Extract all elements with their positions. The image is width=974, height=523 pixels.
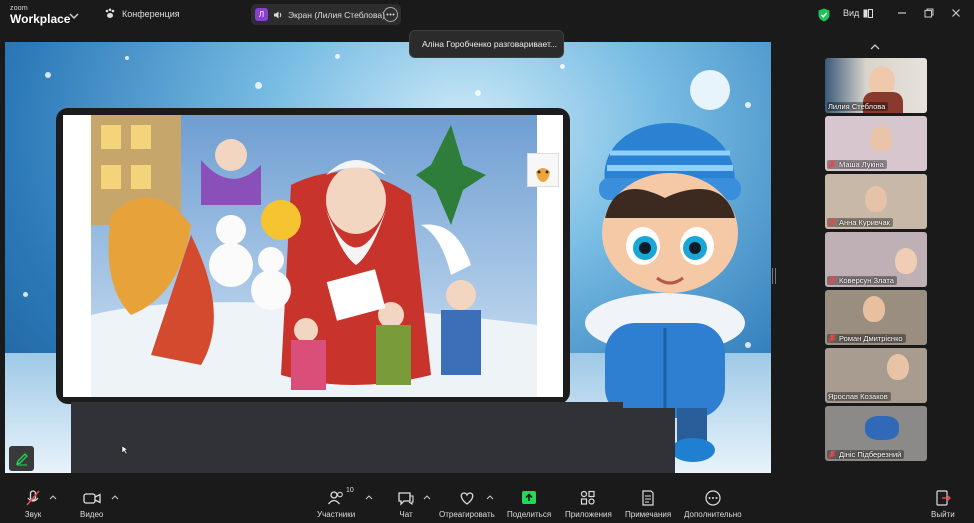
notes-button[interactable]: Примечания [625, 490, 671, 519]
minimize-icon[interactable] [895, 6, 909, 20]
security-shield-icon[interactable] [818, 8, 830, 22]
shared-screen [5, 42, 771, 473]
more-icon [705, 490, 721, 506]
view-button[interactable]: Вид [843, 8, 874, 18]
notes-icon [642, 490, 654, 506]
conference-button[interactable]: Конференция [104, 8, 180, 19]
participant-tile[interactable]: Ярослав Козаков [825, 348, 927, 403]
pen-icon [15, 452, 28, 465]
participant-tile[interactable]: Маша Лукіна [825, 116, 927, 171]
leave-icon [936, 490, 951, 506]
logo-brand-top: zoom [10, 5, 28, 12]
saint-nicholas-painting [91, 115, 537, 397]
participant-tile[interactable]: Анна Куривчак [825, 174, 927, 229]
snowflake [255, 82, 262, 89]
heart-icon [460, 492, 474, 505]
annotation-overlay [71, 408, 675, 473]
participant-tile[interactable]: Дініс Підберезний [825, 406, 927, 461]
screen-share-indicator[interactable]: Л Экран (Лилия Стеблова) [251, 4, 401, 25]
mic-muted-icon [26, 490, 40, 506]
video-label: Видео [80, 510, 104, 519]
participant-tile[interactable]: Коверсун Злата [825, 232, 927, 287]
chat-label: Чат [399, 510, 413, 519]
speaking-notification: Аліна Горобченко разговаривает... [409, 30, 564, 58]
participants-icon [328, 491, 343, 505]
chevron-down-icon[interactable] [68, 10, 80, 22]
meeting-toolbar: Звук Видео Участники 10 Чат Отреагироват… [0, 478, 974, 523]
chevron-up-icon[interactable] [365, 494, 373, 500]
audio-button[interactable]: Звук [24, 490, 42, 519]
participant-name: Лилия Стеблова [827, 102, 889, 111]
muted-mic-icon [828, 334, 836, 343]
share-screen-button[interactable]: Поделиться [507, 490, 551, 519]
screen-share-label: Экран (Лилия Стеблова) [288, 9, 385, 20]
snowflake [125, 56, 129, 60]
top-bar: zoom Workplace Конференция Л Экран (Лили… [0, 0, 974, 30]
mouse-cursor-icon [121, 445, 129, 455]
corner-sticker [527, 153, 559, 187]
more-button[interactable]: Дополнительно [684, 490, 742, 519]
apps-icon [581, 490, 596, 505]
panel-resize-handle[interactable] [772, 268, 776, 284]
grid-view-icon [863, 8, 874, 18]
participant-name: Ярослав Козаков [827, 392, 891, 401]
leave-button[interactable]: Выйти [931, 490, 955, 519]
close-icon[interactable] [949, 6, 963, 20]
more-label: Дополнительно [684, 510, 742, 519]
participant-gallery: Лилия Стеблова Маша Лукіна Анна Куривчак… [825, 58, 927, 464]
chat-button[interactable]: Чат [397, 490, 415, 519]
chat-icon [398, 492, 414, 506]
paw-icon [105, 8, 115, 18]
muted-mic-icon [828, 218, 836, 227]
participants-count: 10 [346, 487, 354, 494]
view-label: Вид [843, 8, 860, 18]
chevron-up-icon[interactable] [486, 494, 494, 500]
presenter-avatar: Л [255, 8, 268, 21]
participant-name: Коверсун Злата [827, 276, 897, 285]
chevron-up-icon[interactable] [423, 494, 431, 500]
chevron-up-icon[interactable] [49, 494, 57, 500]
participant-name: Маша Лукіна [827, 160, 887, 169]
restore-icon[interactable] [922, 6, 936, 20]
annotate-pen-button[interactable] [9, 446, 34, 471]
snowflake [45, 72, 51, 78]
muted-mic-icon [828, 276, 836, 285]
camera-icon [83, 493, 101, 504]
snowflake [475, 90, 481, 96]
video-button[interactable]: Видео [80, 490, 103, 519]
snowflake [335, 54, 340, 59]
more-options-icon[interactable] [383, 7, 398, 22]
logo-brand-bottom: Workplace [10, 12, 71, 26]
snowflake [23, 292, 28, 297]
react-label: Отреагировать [439, 510, 495, 519]
share-screen-icon [522, 491, 537, 504]
participant-tile[interactable]: Лилия Стеблова [825, 58, 927, 113]
muted-mic-icon [828, 160, 836, 169]
speaker-icon [274, 11, 282, 18]
muted-mic-icon [828, 450, 836, 459]
participant-name: Анна Куривчак [827, 218, 893, 227]
conference-label: Конференция [122, 8, 180, 19]
chevron-up-icon[interactable] [869, 42, 881, 52]
participant-name: Роман Дмитрієнко [827, 334, 906, 343]
tablet-frame [56, 108, 570, 404]
tablet-screen [63, 115, 563, 397]
participants-button[interactable]: Участники [317, 490, 355, 519]
chevron-up-icon[interactable] [111, 494, 119, 500]
apps-label: Приложения [565, 510, 612, 519]
share-label: Поделиться [507, 510, 552, 519]
zoom-logo[interactable]: zoom Workplace [10, 5, 70, 25]
participants-label: Участники [317, 510, 356, 519]
participant-tile[interactable]: Роман Дмитрієнко [825, 290, 927, 345]
apps-button[interactable]: Приложения [565, 490, 612, 519]
participant-name: Дініс Підберезний [827, 450, 905, 459]
leave-label: Выйти [931, 510, 955, 519]
audio-label: Звук [24, 510, 42, 519]
notes-label: Примечания [625, 510, 672, 519]
